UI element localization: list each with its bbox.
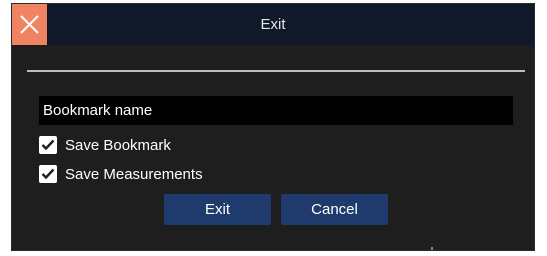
save-measurements-checkbox-row[interactable]: Save Measurements xyxy=(39,164,203,184)
exit-dialog: Exit Save Bookmark Save Measurements Exi… xyxy=(11,3,535,251)
save-bookmark-checkbox[interactable] xyxy=(39,136,57,154)
exit-button[interactable]: Exit xyxy=(164,194,271,225)
close-x-icon xyxy=(20,15,39,34)
save-measurements-label: Save Measurements xyxy=(65,165,203,183)
title-bar: Exit xyxy=(12,4,534,45)
save-measurements-checkbox[interactable] xyxy=(39,165,57,183)
checkmark-icon xyxy=(41,139,55,151)
bookmark-name-input[interactable] xyxy=(39,96,513,125)
save-bookmark-label: Save Bookmark xyxy=(65,136,171,154)
save-bookmark-checkbox-row[interactable]: Save Bookmark xyxy=(39,135,171,155)
close-button[interactable] xyxy=(12,4,47,45)
checkmark-icon xyxy=(41,168,55,180)
dialog-title: Exit xyxy=(260,16,286,33)
status-indicator xyxy=(431,247,433,250)
cancel-button[interactable]: Cancel xyxy=(281,194,388,225)
separator-line xyxy=(27,70,525,72)
